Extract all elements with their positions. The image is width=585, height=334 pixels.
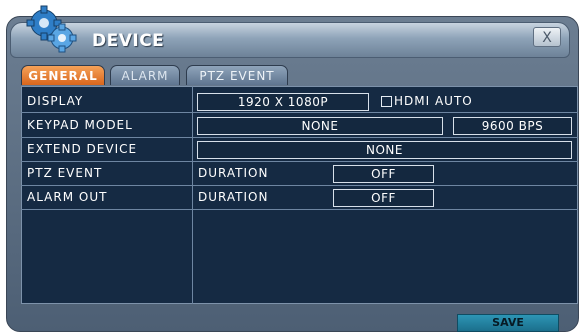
keypad-model-select[interactable]: NONE — [197, 117, 443, 135]
ptz-duration-label: DURATION — [198, 166, 269, 180]
baud-rate-select[interactable]: 9600 BPS — [453, 117, 572, 135]
ptz-duration-select[interactable]: OFF — [333, 165, 434, 183]
alarm-out-label: ALARM OUT — [27, 190, 108, 204]
row-divider — [21, 209, 578, 210]
tab-alarm[interactable]: ALARM — [110, 65, 180, 85]
row-divider — [21, 112, 578, 113]
close-button[interactable]: X — [533, 27, 561, 47]
close-icon: X — [542, 30, 552, 46]
tab-ptz-event[interactable]: PTZ EVENT — [186, 65, 288, 85]
alarm-duration-select[interactable]: OFF — [333, 189, 434, 207]
tab-general[interactable]: GENERAL — [21, 65, 105, 85]
gear-icon — [26, 5, 77, 53]
extend-device-label: EXTEND DEVICE — [27, 142, 138, 156]
resolution-select[interactable]: 1920 X 1080P — [197, 93, 369, 111]
extend-device-select[interactable]: NONE — [197, 141, 572, 159]
ptz-event-label: PTZ EVENT — [27, 166, 103, 180]
dialog-title: DEVICE — [92, 31, 165, 51]
column-divider — [192, 86, 193, 304]
keypad-model-label: KEYPAD MODEL — [27, 118, 133, 132]
hdmi-auto-label: HDMI AUTO — [394, 94, 473, 108]
hdmi-auto-checkbox[interactable] — [381, 96, 392, 107]
alarm-duration-label: DURATION — [198, 190, 269, 204]
save-button[interactable]: SAVE — [457, 314, 559, 332]
display-label: DISPLAY — [27, 94, 84, 108]
row-divider — [21, 161, 578, 162]
